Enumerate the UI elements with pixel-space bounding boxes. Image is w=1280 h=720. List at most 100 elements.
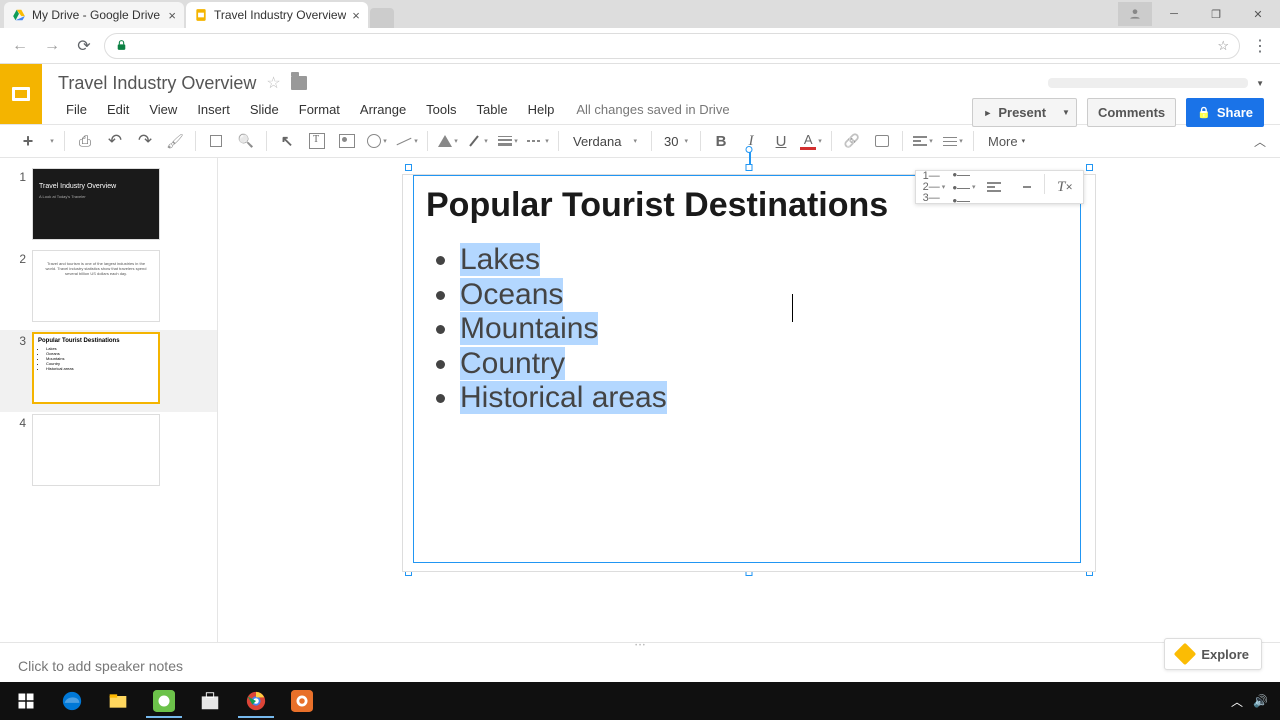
share-button[interactable]: Share <box>1186 98 1264 127</box>
menu-slide[interactable]: Slide <box>240 98 289 121</box>
resize-handle[interactable] <box>405 164 412 171</box>
menu-format[interactable]: Format <box>289 98 350 121</box>
line-dash-button[interactable] <box>524 128 552 154</box>
zoom-button[interactable] <box>232 128 260 154</box>
menu-tools[interactable]: Tools <box>416 98 466 121</box>
menu-help[interactable]: Help <box>518 98 565 121</box>
thumbnail[interactable]: 4 <box>0 412 217 494</box>
resize-handle[interactable] <box>746 164 753 171</box>
thumbnail[interactable]: 3 Popular Tourist Destinations Lakes Oce… <box>0 330 217 412</box>
system-tray[interactable]: ︿ 🔊 <box>1231 693 1276 710</box>
window-controls: ─ ❐ ✕ <box>1118 0 1280 28</box>
address-bar: ← → ⟳ ☆ ⋮ <box>0 28 1280 64</box>
menu-file[interactable]: File <box>56 98 97 121</box>
font-size-select[interactable]: 30 <box>658 134 694 149</box>
chrome-profile-button[interactable] <box>1118 2 1152 26</box>
menu-insert[interactable]: Insert <box>187 98 240 121</box>
account-caret-icon[interactable]: ▼ <box>1256 79 1264 88</box>
browser-tab[interactable]: Travel Industry Overview × <box>186 2 368 28</box>
reload-button[interactable]: ⟳ <box>72 34 96 58</box>
file-explorer-icon[interactable] <box>96 684 140 718</box>
content-textbox[interactable]: Popular Tourist Destinations Lakes Ocean… <box>413 175 1081 563</box>
menu-arrange[interactable]: Arrange <box>350 98 416 121</box>
select-tool[interactable] <box>273 128 301 154</box>
browser-tab[interactable]: My Drive - Google Drive × <box>4 2 184 28</box>
camtasia-icon[interactable] <box>142 684 186 718</box>
tab-title: My Drive - Google Drive <box>32 8 162 22</box>
new-tab-button[interactable] <box>370 8 394 28</box>
align-button[interactable] <box>909 128 937 154</box>
close-icon[interactable]: × <box>168 8 176 23</box>
fill-color-button[interactable] <box>434 128 462 154</box>
speaker-notes[interactable]: Click to add speaker notes <box>0 648 1280 686</box>
text-cursor <box>792 294 793 322</box>
menu-edit[interactable]: Edit <box>97 98 139 121</box>
tab-title: Travel Industry Overview <box>214 8 346 22</box>
menu-view[interactable]: View <box>139 98 187 121</box>
line-color-button[interactable] <box>464 128 492 154</box>
store-icon[interactable] <box>188 684 232 718</box>
thumbnail[interactable]: 1 Travel Industry Overview A Look at Tod… <box>0 166 217 248</box>
line-tool[interactable] <box>393 128 421 154</box>
back-button[interactable]: ← <box>8 34 32 58</box>
omnibox[interactable]: ☆ <box>104 33 1240 59</box>
redo-button[interactable] <box>131 128 159 154</box>
windows-taskbar: ︿ 🔊 <box>0 682 1280 720</box>
image-tool[interactable] <box>333 128 361 154</box>
bold-button[interactable] <box>707 128 735 154</box>
font-name-select[interactable]: Verdana <box>565 134 645 149</box>
bookmark-star-icon[interactable]: ☆ <box>1217 38 1229 54</box>
list-format-toolbar: 1—2—3— •—•—•— T✕ <box>915 170 1084 204</box>
recorder-icon[interactable] <box>280 684 324 718</box>
slide-canvas[interactable]: Popular Tourist Destinations Lakes Ocean… <box>218 158 1280 642</box>
insert-link-button[interactable] <box>838 128 866 154</box>
lock-icon <box>115 39 128 52</box>
rotate-handle[interactable] <box>746 146 753 153</box>
move-to-folder-icon[interactable] <box>291 76 307 90</box>
increase-indent-button[interactable] <box>1010 174 1038 200</box>
line-weight-button[interactable] <box>494 128 522 154</box>
start-button[interactable] <box>4 684 48 718</box>
close-button[interactable]: ✕ <box>1238 2 1278 26</box>
undo-button[interactable] <box>101 128 129 154</box>
tray-chevron-icon[interactable]: ︿ <box>1231 693 1243 710</box>
underline-button[interactable] <box>767 128 795 154</box>
line-spacing-button[interactable] <box>939 128 967 154</box>
fit-button[interactable] <box>202 128 230 154</box>
new-slide-button[interactable] <box>14 128 42 154</box>
bulleted-list-button[interactable]: •—•—•— <box>950 174 978 200</box>
menu-table[interactable]: Table <box>467 98 518 121</box>
insert-comment-button[interactable] <box>868 128 896 154</box>
browser-tab-strip: My Drive - Google Drive × Travel Industr… <box>0 0 1280 28</box>
edge-icon[interactable] <box>50 684 94 718</box>
close-icon[interactable]: × <box>352 8 360 23</box>
numbered-list-button[interactable]: 1—2—3— <box>920 174 948 200</box>
explore-button[interactable]: Explore <box>1164 638 1262 670</box>
chrome-icon[interactable] <box>234 684 278 718</box>
paint-format-button[interactable] <box>161 128 189 154</box>
resize-handle[interactable] <box>1086 164 1093 171</box>
present-dropdown[interactable]: ▼ <box>1056 98 1077 127</box>
comments-button[interactable]: Comments <box>1087 98 1176 127</box>
slide-bullet-list[interactable]: Lakes Oceans Mountains Country Historica… <box>426 243 1068 416</box>
new-slide-dropdown[interactable] <box>44 128 58 154</box>
chrome-menu-button[interactable]: ⋮ <box>1248 34 1272 58</box>
explore-icon <box>1174 643 1197 666</box>
more-button[interactable]: More <box>980 130 1033 153</box>
thumbnail[interactable]: 2 Travel and tourism is one of the large… <box>0 248 217 330</box>
shape-tool[interactable] <box>363 128 391 154</box>
slides-logo[interactable] <box>0 64 42 124</box>
doc-title[interactable]: Travel Industry Overview <box>58 73 256 94</box>
text-color-button[interactable] <box>797 128 825 154</box>
star-icon[interactable]: ☆ <box>266 73 280 93</box>
clear-formatting-button[interactable]: T✕ <box>1051 174 1079 200</box>
print-button[interactable] <box>71 128 99 154</box>
collapse-toolbar-icon[interactable]: ︿ <box>1254 133 1266 150</box>
volume-icon[interactable]: 🔊 <box>1253 694 1268 708</box>
textbox-tool[interactable] <box>303 128 331 154</box>
slide-thumbnail-panel: 1 Travel Industry Overview A Look at Tod… <box>0 158 218 642</box>
present-button[interactable]: Present <box>972 98 1056 127</box>
minimize-button[interactable]: ─ <box>1154 2 1194 26</box>
maximize-button[interactable]: ❐ <box>1196 2 1236 26</box>
decrease-indent-button[interactable] <box>980 174 1008 200</box>
